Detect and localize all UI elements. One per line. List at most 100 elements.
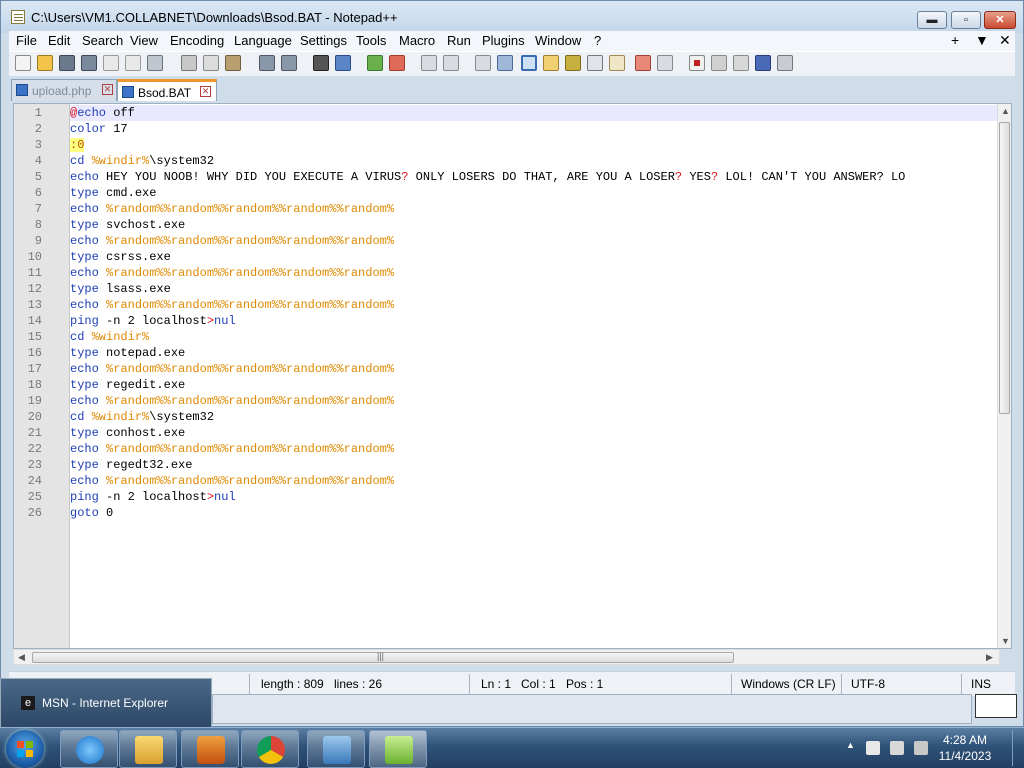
taskbar-file-explorer[interactable] (119, 730, 177, 768)
word-wrap-icon[interactable] (475, 55, 491, 71)
code-line[interactable]: @echo off (70, 105, 997, 121)
code-line[interactable]: echo %random%%random%%random%%random%%ra… (70, 265, 997, 281)
zoom-in-icon[interactable] (367, 55, 383, 71)
save-all-icon[interactable] (81, 55, 97, 71)
code-line[interactable]: echo HEY YOU NOOB! WHY DID YOU EXECUTE A… (70, 169, 997, 185)
code-line[interactable]: echo %random%%random%%random%%random%%ra… (70, 233, 997, 249)
close-tab-icon[interactable]: ✕ (200, 86, 211, 97)
code-line[interactable]: :0 (70, 137, 997, 153)
network-icon[interactable] (890, 741, 904, 755)
close-all-icon[interactable] (125, 55, 141, 71)
print-icon[interactable] (147, 55, 163, 71)
menu-run[interactable]: Run (447, 33, 471, 48)
menu-plugins[interactable]: Plugins (482, 33, 525, 48)
folder-workspace-icon[interactable] (609, 55, 625, 71)
sync-h-icon[interactable] (443, 55, 459, 71)
tab-upload-php[interactable]: upload.php ✕ (11, 79, 117, 101)
start-button[interactable] (6, 730, 44, 768)
menu-help[interactable]: ? (594, 33, 601, 48)
record-macro-icon[interactable] (689, 55, 705, 71)
function-list-icon[interactable] (587, 55, 603, 71)
menu-edit[interactable]: Edit (48, 33, 70, 48)
menu-window[interactable]: Window (535, 33, 581, 48)
code-line[interactable]: echo %random%%random%%random%%random%%ra… (70, 297, 997, 313)
show-hidden-icons-icon[interactable]: ▲ (846, 740, 855, 750)
code-line[interactable]: echo %random%%random%%random%%random%%ra… (70, 473, 997, 489)
scroll-down-icon[interactable]: ▼ (1001, 636, 1010, 646)
code-line[interactable]: echo %random%%random%%random%%random%%ra… (70, 201, 997, 217)
menu-settings[interactable]: Settings (300, 33, 347, 48)
play-macro-icon[interactable] (733, 55, 749, 71)
code-line[interactable]: type notepad.exe (70, 345, 997, 361)
vertical-scroll-thumb[interactable] (999, 122, 1010, 414)
code-line[interactable]: type csrss.exe (70, 249, 997, 265)
stop-macro-icon[interactable] (711, 55, 727, 71)
eye-icon[interactable] (657, 55, 673, 71)
code-line[interactable]: type svchost.exe (70, 217, 997, 233)
tab-list-menu-button[interactable]: ▼ (975, 32, 989, 48)
menu-view[interactable]: View (130, 33, 158, 48)
horizontal-scroll-thumb[interactable]: ||| (32, 651, 734, 663)
save-icon[interactable] (59, 55, 75, 71)
undo-icon[interactable] (259, 55, 275, 71)
new-file-icon[interactable] (15, 55, 31, 71)
show-desktop-button[interactable] (1012, 730, 1022, 766)
code-line[interactable]: echo %random%%random%%random%%random%%ra… (70, 393, 997, 409)
taskbar-chrome[interactable] (241, 730, 299, 768)
close-icon[interactable] (103, 55, 119, 71)
code-line[interactable]: cd %windir% (70, 329, 997, 345)
code-line[interactable]: cd %windir%\system32 (70, 153, 997, 169)
taskbar-notepad-plus-plus[interactable] (369, 730, 427, 768)
code-line[interactable]: ping -n 2 localhost>nul (70, 489, 997, 505)
code-line[interactable]: echo %random%%random%%random%%random%%ra… (70, 361, 997, 377)
code-line[interactable]: type conhost.exe (70, 425, 997, 441)
copy-icon[interactable] (203, 55, 219, 71)
scroll-up-icon[interactable]: ▲ (1001, 106, 1010, 116)
play-multiple-icon[interactable] (755, 55, 771, 71)
paste-icon[interactable] (225, 55, 241, 71)
code-line[interactable]: type regedt32.exe (70, 457, 997, 473)
open-file-icon[interactable] (37, 55, 53, 71)
action-center-icon[interactable] (866, 741, 880, 755)
code-editor[interactable]: 1 2 3 4 5 6 7 8 9 10 11 12 13 14 15 16 17 18 19 20 21 22 23 24 2… (13, 103, 1012, 649)
new-tab-menu-button[interactable]: + (951, 32, 959, 48)
code-line[interactable]: goto 0 (70, 505, 997, 521)
code-line[interactable]: cd %windir%\system32 (70, 409, 997, 425)
code-area[interactable]: @echo off color 17:0 cd %windir%\system32 e… (70, 104, 997, 648)
horizontal-scrollbar[interactable]: ◀ ||| ▶ (13, 649, 1000, 665)
code-line[interactable]: ping -n 2 localhost>nul (70, 313, 997, 329)
zoom-out-icon[interactable] (389, 55, 405, 71)
cut-icon[interactable] (181, 55, 197, 71)
code-line[interactable]: type cmd.exe (70, 185, 997, 201)
find-icon[interactable] (313, 55, 329, 71)
close-doc-menu-button[interactable]: ✕ (999, 32, 1011, 49)
code-line[interactable]: type lsass.exe (70, 281, 997, 297)
code-line[interactable]: type regedit.exe (70, 377, 997, 393)
replace-icon[interactable] (335, 55, 351, 71)
taskbar-remote-desktop[interactable] (307, 730, 365, 768)
taskbar-internet-explorer[interactable] (60, 730, 118, 768)
volume-muted-icon[interactable] (914, 741, 928, 755)
menu-macro[interactable]: Macro (399, 33, 435, 48)
tab-bsod-bat[interactable]: Bsod.BAT ✕ (117, 79, 217, 101)
doc-map-icon[interactable] (565, 55, 581, 71)
scroll-right-icon[interactable]: ▶ (986, 652, 993, 663)
sync-v-icon[interactable] (421, 55, 437, 71)
minimize-button[interactable]: ▬ (917, 11, 947, 29)
save-macro-icon[interactable] (777, 55, 793, 71)
scroll-left-icon[interactable]: ◀ (18, 652, 25, 663)
code-line[interactable]: color 17 (70, 121, 997, 137)
maximize-button[interactable]: ▫ (951, 11, 981, 29)
indent-guide-icon[interactable] (521, 55, 537, 71)
menu-search[interactable]: Search (82, 33, 123, 48)
udl-icon[interactable] (543, 55, 559, 71)
show-all-chars-icon[interactable] (497, 55, 513, 71)
system-clock[interactable]: 4:28 AM 11/4/2023 (930, 732, 1000, 764)
close-tab-icon[interactable]: ✕ (102, 84, 113, 95)
code-line[interactable]: echo %random%%random%%random%%random%%ra… (70, 441, 997, 457)
menu-tools[interactable]: Tools (356, 33, 386, 48)
menu-language[interactable]: Language (234, 33, 292, 48)
redo-icon[interactable] (281, 55, 297, 71)
taskbar-media-player[interactable] (181, 730, 239, 768)
menu-file[interactable]: File (16, 33, 37, 48)
